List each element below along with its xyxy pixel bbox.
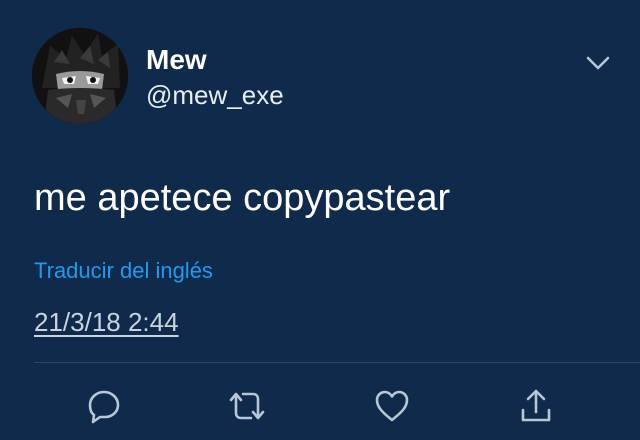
divider	[34, 362, 640, 363]
action-bar	[0, 384, 640, 428]
reply-button[interactable]	[82, 384, 126, 428]
retweet-button[interactable]	[225, 384, 269, 428]
heart-icon	[375, 390, 409, 422]
chevron-down-icon[interactable]	[584, 50, 612, 74]
like-button[interactable]	[370, 384, 414, 428]
reply-icon	[88, 390, 120, 424]
tweet-card: Mew @mew_exe me apetece copypastear Trad…	[0, 0, 640, 440]
avatar[interactable]	[32, 28, 128, 124]
author-name[interactable]: Mew	[146, 44, 207, 76]
author-handle[interactable]: @mew_exe	[146, 80, 284, 110]
tweet-text: me apetece copypastear	[34, 177, 451, 219]
avatar-image	[32, 28, 128, 124]
translate-link[interactable]: Traducir del inglés	[34, 258, 213, 284]
retweet-icon	[229, 392, 265, 420]
share-icon	[521, 389, 551, 422]
share-button[interactable]	[514, 384, 558, 428]
tweet-timestamp[interactable]: 21/3/18 2:44	[34, 306, 179, 338]
